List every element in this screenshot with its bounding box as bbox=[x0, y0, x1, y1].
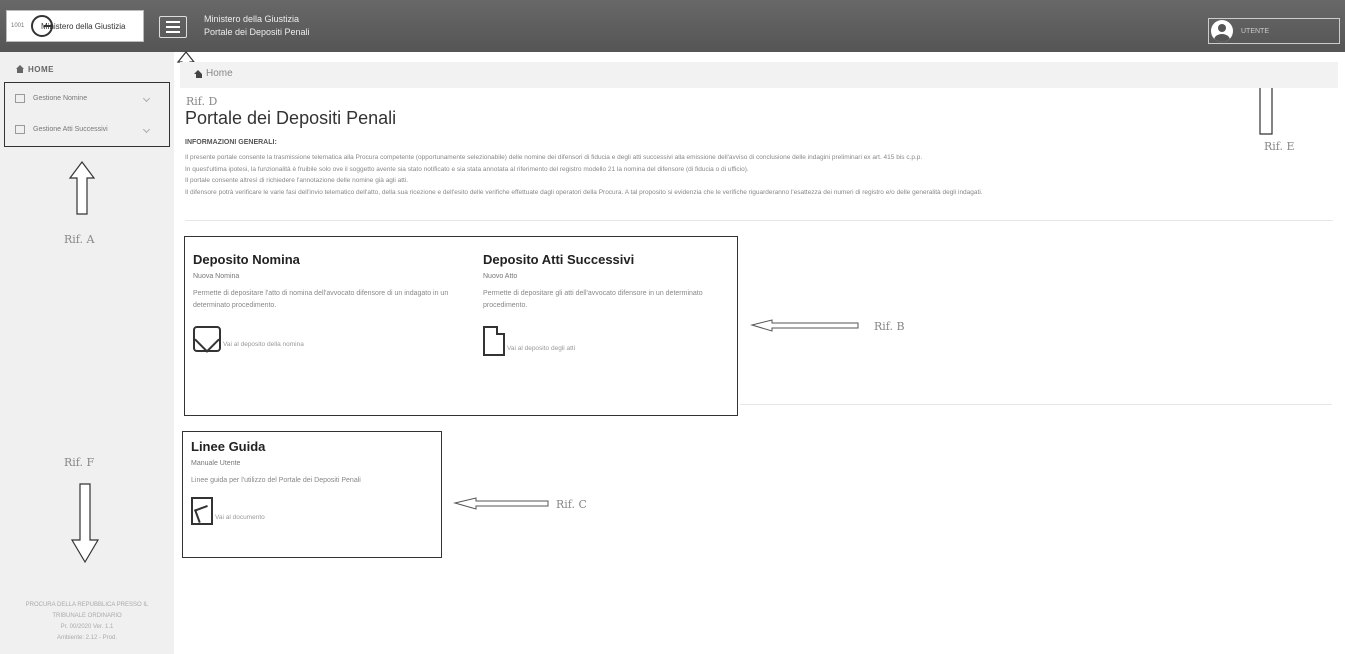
sidebar-footer: PROCURA DELLA REPUBBLICA PRESSO IL TRIBU… bbox=[0, 600, 174, 644]
ref-f-label: Rif. F bbox=[64, 456, 95, 469]
info-heading: INFORMAZIONI GENERALI: bbox=[185, 139, 277, 146]
app-title-line2: Portale dei Depositi Penali bbox=[204, 27, 310, 37]
info-text: Il presente portale consente la trasmiss… bbox=[185, 152, 1335, 198]
card-subtitle: Manuale Utente bbox=[191, 460, 241, 467]
logo-icon bbox=[31, 15, 53, 37]
top-bar: 1001 Ministero della Giustizia Ministero… bbox=[0, 0, 1345, 52]
folder-icon bbox=[15, 94, 25, 103]
deposito-nomina-link[interactable]: Vai al deposito della nomina bbox=[193, 326, 483, 352]
card-subtitle: Nuova Nomina bbox=[193, 273, 240, 280]
ref-a-label: Rif. A bbox=[64, 233, 95, 246]
home-icon bbox=[194, 70, 203, 78]
app-title-line1: Ministero della Giustizia bbox=[204, 14, 300, 24]
logo[interactable]: 1001 Ministero della Giustizia bbox=[6, 10, 144, 42]
deposito-atti-link[interactable]: Vai al deposito degli atti bbox=[483, 326, 713, 356]
info-line: Il portale consente altresì di richieder… bbox=[185, 177, 409, 184]
divider bbox=[185, 220, 1333, 221]
info-line: Il presente portale consente la trasmiss… bbox=[185, 154, 923, 161]
sidebar: HOME Gestione Nomine Gestione Atti Succe… bbox=[0, 52, 174, 654]
envelope-icon bbox=[193, 326, 221, 352]
user-menu[interactable]: UTENTE bbox=[1208, 18, 1340, 44]
sidebar-item-home[interactable]: HOME bbox=[16, 65, 54, 74]
card-action: Vai al documento bbox=[215, 514, 265, 521]
ref-d-label: Rif. D bbox=[186, 95, 218, 108]
user-icon bbox=[1211, 20, 1233, 42]
footer-line: PROCURA DELLA REPUBBLICA PRESSO IL bbox=[25, 602, 149, 608]
sidebar-home-label: HOME bbox=[28, 65, 54, 74]
sidebar-item-gestione-atti[interactable]: Gestione Atti Successivi bbox=[5, 114, 169, 145]
logo-small-text: 1001 bbox=[11, 23, 25, 29]
info-line: Il difensore potrà verificare le varie f… bbox=[185, 188, 983, 196]
arrow-left-icon bbox=[453, 497, 549, 510]
card-deposito-nomina: Deposito Nomina Nuova Nomina Permette di… bbox=[193, 252, 483, 352]
card-title: Deposito Atti Successivi bbox=[483, 252, 635, 267]
breadcrumb-home[interactable]: Home bbox=[206, 68, 233, 79]
card-subtitle: Nuovo Atto bbox=[483, 273, 518, 280]
card-description: Linee guida per l'utilizzo del Portale d… bbox=[191, 477, 361, 484]
divider bbox=[740, 404, 1332, 405]
card-title: Linee Guida bbox=[191, 439, 266, 454]
user-name: UTENTE bbox=[1241, 27, 1269, 35]
card-deposito-atti: Deposito Atti Successivi Nuovo Atto Perm… bbox=[483, 252, 713, 356]
sidebar-item-label: Gestione Atti Successivi bbox=[33, 126, 108, 133]
card-description: Permette di depositare l'atto di nomina … bbox=[193, 290, 449, 309]
chevron-down-icon bbox=[142, 125, 151, 134]
card-linee-guida: Linee Guida Manuale Utente Linee guida p… bbox=[191, 439, 431, 525]
footer-line: Pr. 00/2020 Ver. 1.1 bbox=[60, 624, 114, 630]
info-line: In quest'ultima ipotesi, la funzionalità… bbox=[185, 165, 749, 173]
ref-c-label: Rif. C bbox=[556, 498, 587, 511]
document-icon bbox=[15, 125, 25, 134]
sidebar-item-gestione-nomine[interactable]: Gestione Nomine bbox=[5, 83, 169, 114]
pdf-icon bbox=[191, 497, 213, 525]
app-title: Ministero della Giustizia Portale dei De… bbox=[204, 13, 310, 39]
card-action: Vai al deposito degli atti bbox=[507, 345, 576, 352]
ref-b-label: Rif. B bbox=[874, 320, 905, 333]
breadcrumb: Home bbox=[180, 62, 1338, 88]
arrow-left-icon bbox=[750, 319, 859, 332]
hamburger-icon[interactable] bbox=[159, 16, 187, 38]
card-action: Vai al deposito della nomina bbox=[223, 341, 304, 348]
chevron-down-icon bbox=[142, 94, 151, 103]
sidebar-menu: Gestione Nomine Gestione Atti Successivi bbox=[4, 82, 170, 147]
card-title: Deposito Nomina bbox=[193, 252, 300, 267]
home-icon bbox=[16, 65, 24, 73]
sidebar-item-label: Gestione Nomine bbox=[33, 95, 88, 102]
document-icon bbox=[483, 326, 505, 356]
page-title: Portale dei Depositi Penali bbox=[185, 108, 397, 128]
footer-line: TRIBUNALE ORDINARIO bbox=[52, 613, 122, 619]
footer-line: Ambiente: 2.12 - Prod. bbox=[56, 635, 118, 641]
linee-guida-link[interactable]: Vai al documento bbox=[191, 497, 431, 525]
card-description: Permette di depositare gli atti dell'avv… bbox=[483, 290, 703, 309]
